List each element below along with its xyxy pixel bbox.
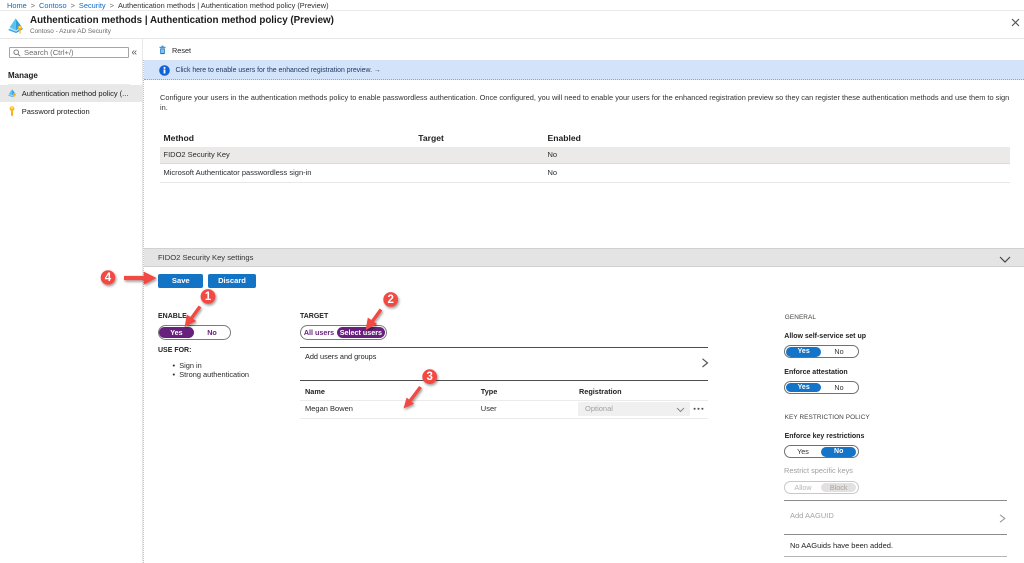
svg-text:2: 2 <box>387 294 393 306</box>
svg-text:1: 1 <box>205 291 212 303</box>
svg-text:3: 3 <box>426 371 432 383</box>
svg-text:4: 4 <box>105 272 112 284</box>
